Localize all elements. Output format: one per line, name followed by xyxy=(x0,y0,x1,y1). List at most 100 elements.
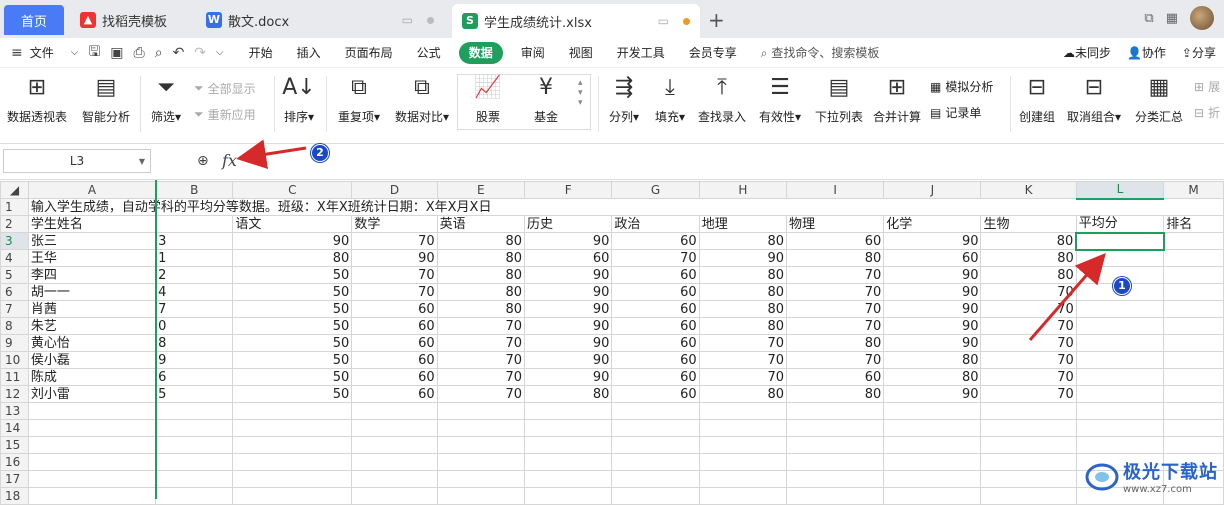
score-cell[interactable]: 70 xyxy=(437,318,524,335)
score-cell[interactable]: 90 xyxy=(884,233,981,250)
score-cell[interactable]: 80 xyxy=(437,233,524,250)
empty-cell[interactable] xyxy=(437,454,524,471)
rank-cell[interactable] xyxy=(1164,267,1224,284)
empty-cell[interactable] xyxy=(233,471,352,488)
empty-cell[interactable] xyxy=(884,454,981,471)
empty-cell[interactable] xyxy=(28,403,155,420)
empty-cell[interactable] xyxy=(352,420,437,437)
empty-cell[interactable] xyxy=(352,454,437,471)
rank-cell[interactable] xyxy=(1164,250,1224,267)
col-header[interactable]: M xyxy=(1164,182,1224,199)
score-cell[interactable]: 90 xyxy=(525,352,612,369)
score-cell[interactable]: 70 xyxy=(787,352,884,369)
row-header[interactable]: 5 xyxy=(1,267,29,284)
empty-cell[interactable] xyxy=(699,454,786,471)
empty-cell[interactable] xyxy=(612,403,699,420)
id-cell[interactable]: 2 xyxy=(156,267,233,284)
score-cell[interactable]: 60 xyxy=(612,318,699,335)
rank-cell[interactable] xyxy=(1164,369,1224,386)
score-cell[interactable]: 80 xyxy=(699,267,786,284)
average-cell[interactable] xyxy=(1076,318,1163,335)
id-cell[interactable]: 8 xyxy=(156,335,233,352)
empty-cell[interactable] xyxy=(525,471,612,488)
score-cell[interactable]: 70 xyxy=(352,284,437,301)
menu-review[interactable]: 审阅 xyxy=(509,38,557,68)
avatar[interactable] xyxy=(1190,6,1214,30)
score-cell[interactable]: 50 xyxy=(233,284,352,301)
score-cell[interactable]: 70 xyxy=(981,369,1076,386)
id-cell[interactable]: 1 xyxy=(156,250,233,267)
score-cell[interactable]: 60 xyxy=(352,386,437,403)
col-header[interactable]: D xyxy=(352,182,437,199)
empty-cell[interactable] xyxy=(981,488,1076,505)
id-cell[interactable]: 3 xyxy=(156,233,233,250)
empty-cell[interactable] xyxy=(884,403,981,420)
data-compare-button[interactable]: ⧉ 数据对比▾ xyxy=(392,72,452,125)
header-cell[interactable]: 生物 xyxy=(981,216,1076,233)
empty-cell[interactable] xyxy=(787,454,884,471)
score-cell[interactable]: 70 xyxy=(787,267,884,284)
print-icon[interactable]: ⎙ xyxy=(129,45,150,61)
zoom-search-icon[interactable]: ⊕ xyxy=(197,153,209,169)
row-header[interactable]: 9 xyxy=(1,335,29,352)
score-cell[interactable]: 70 xyxy=(981,318,1076,335)
score-cell[interactable]: 70 xyxy=(981,386,1076,403)
score-cell[interactable]: 90 xyxy=(525,284,612,301)
average-cell[interactable] xyxy=(1076,386,1163,403)
empty-cell[interactable] xyxy=(525,488,612,505)
spreadsheet-grid[interactable]: ◢ A B C D E F G H I J L K L M 1输入学生成绩，自动… xyxy=(0,181,1224,505)
dropdown-list-button[interactable]: ▤ 下拉列表 xyxy=(812,72,866,125)
smart-analysis-button[interactable]: ▤ 智能分析 xyxy=(78,72,134,125)
menu-data[interactable]: 数据 xyxy=(459,42,503,64)
score-cell[interactable]: 80 xyxy=(437,250,524,267)
row-header[interactable]: 13 xyxy=(1,403,29,420)
split-view-icon[interactable]: ⧉ xyxy=(1144,11,1153,26)
empty-cell[interactable] xyxy=(1076,437,1163,454)
empty-cell[interactable] xyxy=(981,403,1076,420)
record-form-button[interactable]: ▤记录单 xyxy=(930,104,981,121)
score-cell[interactable]: 50 xyxy=(233,267,352,284)
empty-cell[interactable] xyxy=(156,471,233,488)
score-cell[interactable]: 90 xyxy=(525,369,612,386)
empty-cell[interactable] xyxy=(1164,437,1224,454)
row-header[interactable]: 1 xyxy=(1,199,29,216)
score-cell[interactable]: 80 xyxy=(437,267,524,284)
score-cell[interactable]: 90 xyxy=(525,335,612,352)
empty-cell[interactable] xyxy=(612,471,699,488)
score-cell[interactable]: 60 xyxy=(612,284,699,301)
empty-cell[interactable] xyxy=(787,488,884,505)
score-cell[interactable]: 70 xyxy=(437,386,524,403)
rank-cell[interactable] xyxy=(1164,318,1224,335)
empty-cell[interactable] xyxy=(525,420,612,437)
id-cell[interactable]: 0 xyxy=(156,318,233,335)
score-cell[interactable]: 70 xyxy=(981,284,1076,301)
empty-cell[interactable] xyxy=(612,454,699,471)
rank-cell[interactable] xyxy=(1164,284,1224,301)
score-cell[interactable]: 80 xyxy=(699,233,786,250)
menu-developer[interactable]: 开发工具 xyxy=(605,38,677,68)
score-cell[interactable]: 70 xyxy=(699,369,786,386)
row-header[interactable]: 6 xyxy=(1,284,29,301)
active-cell-L3[interactable] xyxy=(1076,233,1163,250)
average-cell[interactable] xyxy=(1076,250,1163,267)
menu-formulas[interactable]: 公式 xyxy=(405,38,453,68)
score-cell[interactable]: 90 xyxy=(884,318,981,335)
score-cell[interactable]: 80 xyxy=(699,386,786,403)
row-header[interactable]: 7 xyxy=(1,301,29,318)
empty-cell[interactable] xyxy=(437,488,524,505)
header-cell[interactable]: 排名 xyxy=(1164,216,1224,233)
score-cell[interactable]: 50 xyxy=(233,369,352,386)
empty-cell[interactable] xyxy=(233,454,352,471)
score-cell[interactable]: 90 xyxy=(525,233,612,250)
more-quick-icon[interactable]: ⌵ xyxy=(211,47,229,58)
group-button[interactable]: ⊟ 创建组 xyxy=(1016,72,1058,125)
score-cell[interactable]: 80 xyxy=(981,250,1076,267)
tab-home[interactable]: 首页 xyxy=(4,5,64,35)
menu-page-layout[interactable]: 页面布局 xyxy=(333,38,405,68)
average-cell[interactable] xyxy=(1076,301,1163,318)
score-cell[interactable]: 60 xyxy=(352,335,437,352)
monitor-icon[interactable]: ▭ xyxy=(658,14,669,28)
consolidate-button[interactable]: ⊞ 合并计算 xyxy=(870,72,924,125)
header-cell[interactable]: 数学 xyxy=(352,216,437,233)
empty-cell[interactable] xyxy=(612,488,699,505)
